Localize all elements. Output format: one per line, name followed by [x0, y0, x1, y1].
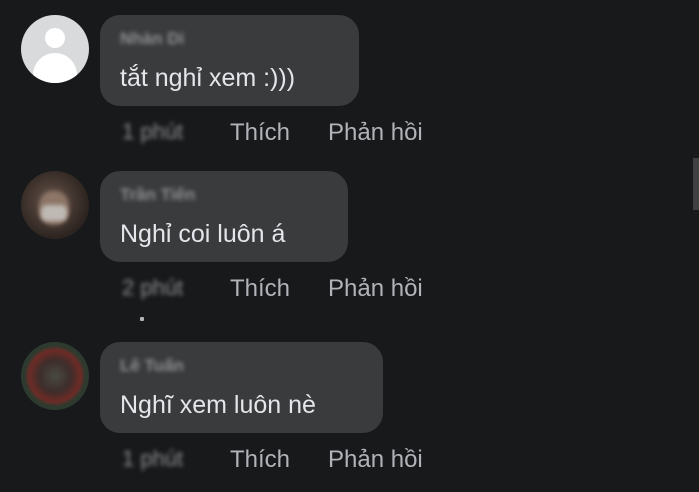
like-button[interactable]: Thích: [230, 446, 290, 474]
profile-photo-frame: [27, 348, 83, 404]
scrollbar-thumb[interactable]: [693, 158, 699, 210]
comment-author[interactable]: Lê Tuấn: [120, 356, 184, 376]
comment-timestamp[interactable]: 1 phút: [122, 446, 183, 472]
comment-item: Lê Tuấn Nghĩ xem luôn nè 1 phút Thích Ph…: [0, 0, 699, 492]
comment-bubble: Lê Tuấn Nghĩ xem luôn nè: [100, 342, 383, 433]
comment-text: Nghĩ xem luôn nè: [120, 391, 316, 419]
reply-button[interactable]: Phản hồi: [328, 446, 423, 474]
avatar[interactable]: [21, 342, 89, 410]
